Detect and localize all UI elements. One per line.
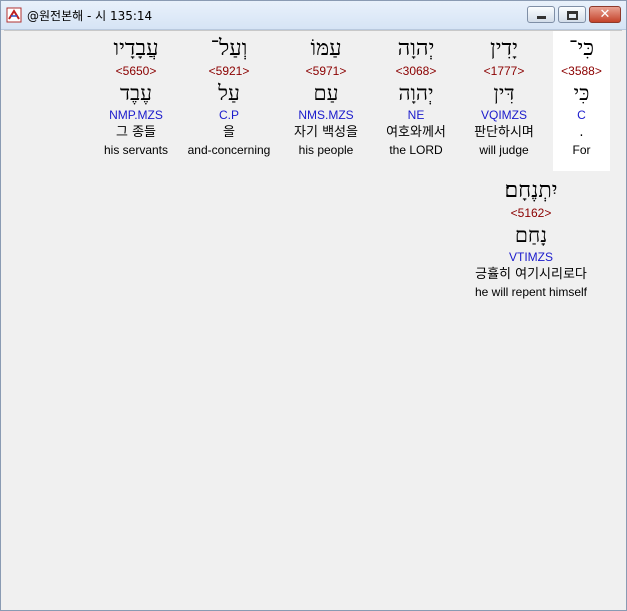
word-block[interactable]: יִתְנֶחָם׃ <5162> נָחַם VTIMZS 긍휼히 여기시리로… [456, 173, 606, 313]
interlinear-content: כִּי־ <3588> כִּי C . For יָדִין <1777> … [4, 30, 622, 609]
strong-number[interactable]: <5162> [456, 205, 606, 221]
hebrew-root: יְהוָה [398, 81, 434, 105]
parsing-code: VQIMZS [480, 108, 527, 122]
parsing-code: NMP.MZS [109, 108, 163, 122]
parsing-code: C [577, 108, 586, 122]
strong-number[interactable]: <3068> [376, 63, 456, 79]
hebrew-root: נָחַם [514, 223, 548, 247]
app-logo-icon [6, 7, 22, 23]
word-block[interactable]: כִּי־ <3588> כִּי C . For [553, 31, 610, 171]
title-bar[interactable]: @원전본해 - 시 135:14 ✕ [1, 1, 626, 30]
parsing-code: NMS.MZS [298, 108, 354, 122]
korean-gloss: 판단하시며 [474, 125, 534, 140]
minimize-button[interactable] [527, 6, 555, 23]
korean-gloss: 을 [223, 125, 235, 140]
word-block[interactable]: וְעַל־ <5921> עַל C.P 을 and-concerning [181, 31, 277, 171]
close-button[interactable]: ✕ [589, 6, 621, 23]
close-icon: ✕ [599, 7, 611, 22]
strong-number[interactable]: <5650> [96, 63, 176, 79]
app-window: @원전본해 - 시 135:14 ✕ כִּי־ <3588> כִּי C .… [0, 0, 627, 611]
hebrew-root: עֶבֶד [119, 81, 153, 105]
hebrew-word: יָדִין [490, 36, 518, 61]
hebrew-root: כִּי [573, 81, 590, 105]
word-block[interactable]: עַמּוֹ <5971> עַם NMS.MZS 자기 백성을 his peo… [281, 31, 371, 171]
hebrew-root: עַל [218, 81, 240, 105]
word-block[interactable]: יָדִין <1777> דִּין VQIMZS 판단하시며 will ju… [464, 31, 544, 171]
korean-gloss: . [579, 125, 584, 140]
hebrew-word: עֲבָדָיו [113, 36, 159, 61]
hebrew-word: וְעַל־ [210, 36, 248, 61]
parsing-code: VTIMZS [509, 250, 553, 264]
english-gloss: the LORD [389, 143, 443, 157]
strong-number[interactable]: <1777> [464, 63, 544, 79]
english-gloss: and-concerning [187, 143, 271, 157]
word-block[interactable]: עֲבָדָיו <5650> עֶבֶד NMP.MZS 그 종들 his s… [96, 31, 176, 171]
strong-number[interactable]: <5921> [181, 63, 277, 79]
strong-number[interactable]: <5971> [281, 63, 371, 79]
parsing-code: NE [407, 108, 425, 122]
korean-gloss: 긍휼히 여기시리로다 [475, 267, 587, 282]
english-gloss: For [572, 143, 591, 157]
hebrew-root: עַם [313, 81, 339, 105]
hebrew-word: יִתְנֶחָם׃ [504, 178, 558, 203]
english-gloss: his servants [103, 143, 169, 157]
english-gloss: his people [298, 143, 354, 157]
hebrew-word: עַמּוֹ [310, 36, 342, 61]
window-title: @원전본해 - 시 135:14 [27, 9, 153, 23]
maximize-icon [567, 11, 578, 20]
maximize-button[interactable] [558, 6, 586, 23]
word-block[interactable]: יְהוָה <3068> יְהוָה NE 여호와께서 the LORD [376, 31, 456, 171]
korean-gloss: 그 종들 [115, 125, 156, 140]
english-gloss: will judge [479, 143, 529, 157]
parsing-code: C.P [218, 108, 239, 122]
minimize-icon [537, 16, 546, 19]
strong-number[interactable]: <3588> [553, 63, 610, 79]
hebrew-word: כִּי־ [569, 36, 594, 61]
english-gloss: he will repent himself [474, 285, 588, 299]
korean-gloss: 여호와께서 [386, 125, 446, 140]
hebrew-root: דִּין [493, 81, 515, 105]
korean-gloss: 자기 백성을 [294, 125, 358, 140]
hebrew-word: יְהוָה [397, 36, 435, 61]
